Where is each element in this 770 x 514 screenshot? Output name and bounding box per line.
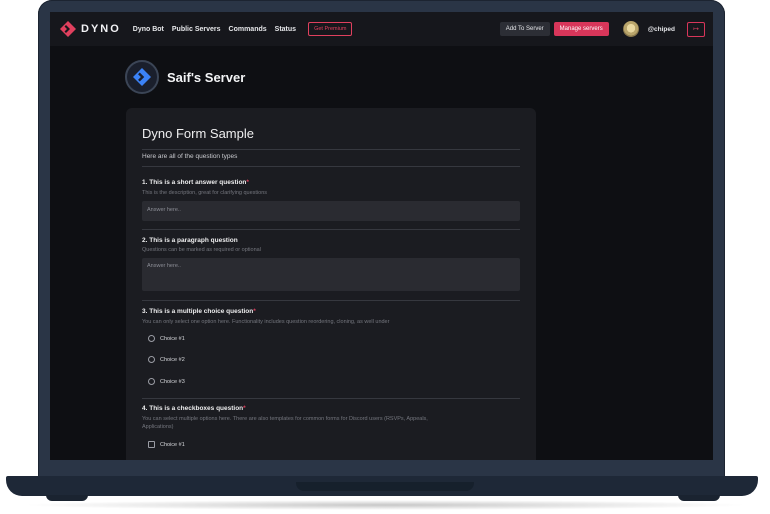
get-premium-button[interactable]: Get Premium [308,22,353,36]
dyno-logo-icon [60,21,76,37]
logo-text: DYNO [81,23,121,35]
server-avatar [125,60,159,94]
checkbox[interactable] [148,441,155,448]
laptop-base [6,476,758,496]
question-subtitle: This is the description, great for clari… [142,190,268,196]
nav-links: Dyno Bot Public Servers Commands Status … [133,22,353,36]
form-title: Dyno Form Sample [142,126,254,141]
laptop-notch [296,482,474,491]
divider [142,398,520,399]
question-subtitle: Questions can be marked as required or o… [142,247,261,253]
question-subtitle: You can only select one option here. Fun… [142,319,390,325]
short-answer-input[interactable]: Answer here.. [142,201,520,221]
question-title: 4. This is a checkboxes question* [142,405,246,412]
dyno-logo-icon [133,68,151,86]
manage-servers-button[interactable]: Manage servers [553,22,609,36]
add-to-server-button[interactable]: Add To Server [499,22,550,36]
question-title-text: 4. This is a checkboxes question [142,405,244,412]
question-title: 2. This is a paragraph question [142,237,238,244]
laptop-foot [678,495,720,501]
choice-label: Choice #2 [160,356,185,363]
radio-option[interactable]: Choice #1 [148,335,185,342]
app-screen: DYNO Dyno Bot Public Servers Commands St… [50,12,713,460]
nav-link-public-servers[interactable]: Public Servers [172,26,221,33]
question-subtitle: You can select multiple options here. Th… [142,416,428,422]
server-name: Saif's Server [167,69,246,85]
radio-button[interactable] [148,356,155,363]
question-title: 1. This is a short answer question* [142,179,249,186]
form-description: Here are all of the question types [142,153,238,160]
required-mark: * [243,405,246,412]
logout-icon: ↦ [693,26,699,33]
choice-label: Choice #1 [160,441,185,448]
required-mark: * [253,308,256,315]
paragraph-input[interactable]: Answer here.. [142,258,520,291]
checkbox-option[interactable]: Choice #1 [148,441,185,448]
laptop-lid: DYNO Dyno Bot Public Servers Commands St… [38,0,725,478]
question-title-text: 3. This is a multiple choice question [142,308,254,315]
divider [142,149,520,150]
server-header: Saif's Server [125,60,245,94]
nav-link-status[interactable]: Status [275,26,296,33]
dyno-logo[interactable]: DYNO [60,21,121,37]
radio-button[interactable] [148,335,155,342]
nav-right: Add To Server Manage servers @chiped ↦ [499,21,705,37]
nav-link-dyno-bot[interactable]: Dyno Bot [133,26,164,33]
avatar[interactable] [622,21,639,37]
laptop-foot [46,495,88,501]
choice-label: Choice #3 [160,378,185,385]
question-title: 3. This is a multiple choice question* [142,308,256,315]
question-title-text: 1. This is a short answer question [142,179,247,186]
divider [142,166,520,167]
nav-link-commands[interactable]: Commands [229,26,267,33]
divider [142,300,520,301]
choice-label: Choice #1 [160,335,185,342]
radio-button[interactable] [148,378,155,385]
radio-option[interactable]: Choice #3 [148,378,185,385]
form-card: Dyno Form Sample Here are all of the que… [126,108,536,460]
radio-option[interactable]: Choice #2 [148,356,185,363]
username[interactable]: @chiped [648,26,675,33]
laptop-shadow [20,500,750,510]
required-mark: * [246,179,249,186]
top-navbar: DYNO Dyno Bot Public Servers Commands St… [50,12,713,46]
divider [142,229,520,230]
logout-button[interactable]: ↦ [687,21,705,37]
question-subtitle-continued: Applications) [142,424,174,430]
